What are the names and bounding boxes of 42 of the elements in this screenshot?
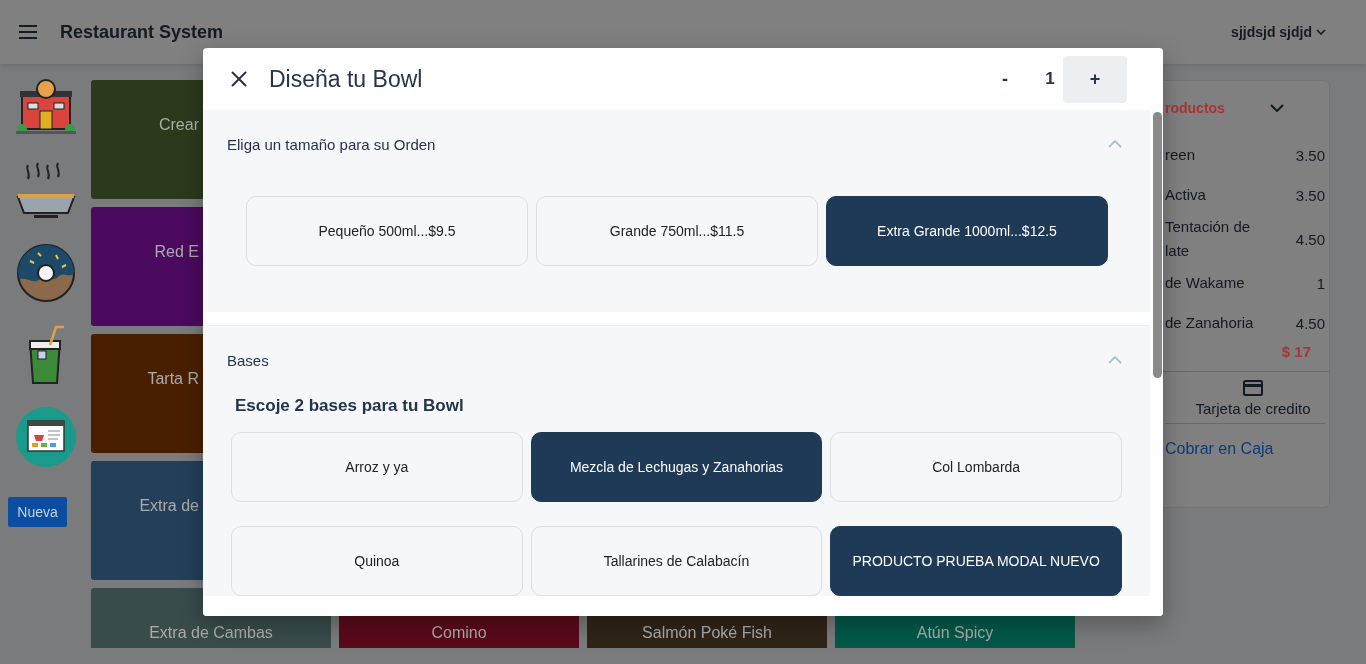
option-button[interactable]: Col Lombarda <box>830 432 1122 502</box>
menu-icon[interactable] <box>18 24 38 40</box>
credit-card-icon <box>1243 380 1263 396</box>
item-name: Tentación de late <box>1165 217 1252 261</box>
donut-icon[interactable] <box>15 243 76 303</box>
close-button[interactable] <box>231 71 247 87</box>
option-button[interactable]: Grande 750ml...$11.5 <box>536 196 818 266</box>
decrease-button[interactable]: - <box>973 55 1037 103</box>
item-name: de Zanahoria <box>1165 313 1255 333</box>
item-price: 4.50 <box>1294 230 1325 248</box>
item-price: 1 <box>1315 274 1325 292</box>
close-icon <box>231 71 247 87</box>
new-button[interactable]: Nueva <box>8 497 67 527</box>
option-button[interactable]: Quinoa <box>231 526 523 596</box>
option-button[interactable]: Arroz y ya <box>231 432 523 502</box>
panel-title: roductos <box>1165 100 1226 116</box>
chevron-down-icon[interactable] <box>1270 104 1284 112</box>
option-button[interactable]: Extra Grande 1000ml...$12.5 <box>826 196 1108 266</box>
option-button[interactable]: PRODUCTO PRUEBA MODAL NUEVO <box>830 526 1122 596</box>
web-shop-icon[interactable] <box>15 407 76 467</box>
option-button[interactable]: Mezcla de Lechugas y Zanahorias <box>530 432 823 502</box>
item-name: de Wakame <box>1165 273 1246 293</box>
item-name: reen <box>1165 145 1197 165</box>
increase-button[interactable]: + <box>1063 55 1127 103</box>
app-title: Restaurant System <box>60 21 225 43</box>
item-name: Activa <box>1165 185 1207 205</box>
order-total: $ 17 <box>1280 343 1312 362</box>
item-price: 3.50 <box>1294 146 1325 164</box>
section-heading: Escoje 2 bases para tu Bowl <box>234 395 465 417</box>
section-title[interactable]: Eliga un tamaño para su Orden <box>227 135 1108 153</box>
steaming-bowl-icon[interactable] <box>15 161 76 221</box>
item-price: 3.50 <box>1294 186 1325 204</box>
item-price: 4.50 <box>1294 314 1325 332</box>
scrollbar-thumb[interactable] <box>1153 112 1162 378</box>
option-button[interactable]: Tallarines de Calabacín <box>530 526 823 596</box>
section-title[interactable]: Bases <box>227 351 1108 369</box>
payment-method[interactable]: Tarjeta de credito <box>1195 400 1311 417</box>
modal-title: Diseña tu Bowl <box>269 65 424 93</box>
chevron-down-icon <box>1316 29 1326 35</box>
quantity-value: 1 <box>1044 69 1056 89</box>
user-menu[interactable]: sjjdsjd sjdjd <box>1231 24 1326 40</box>
option-button[interactable]: Pequeño 500ml...$9.5 <box>246 196 528 266</box>
